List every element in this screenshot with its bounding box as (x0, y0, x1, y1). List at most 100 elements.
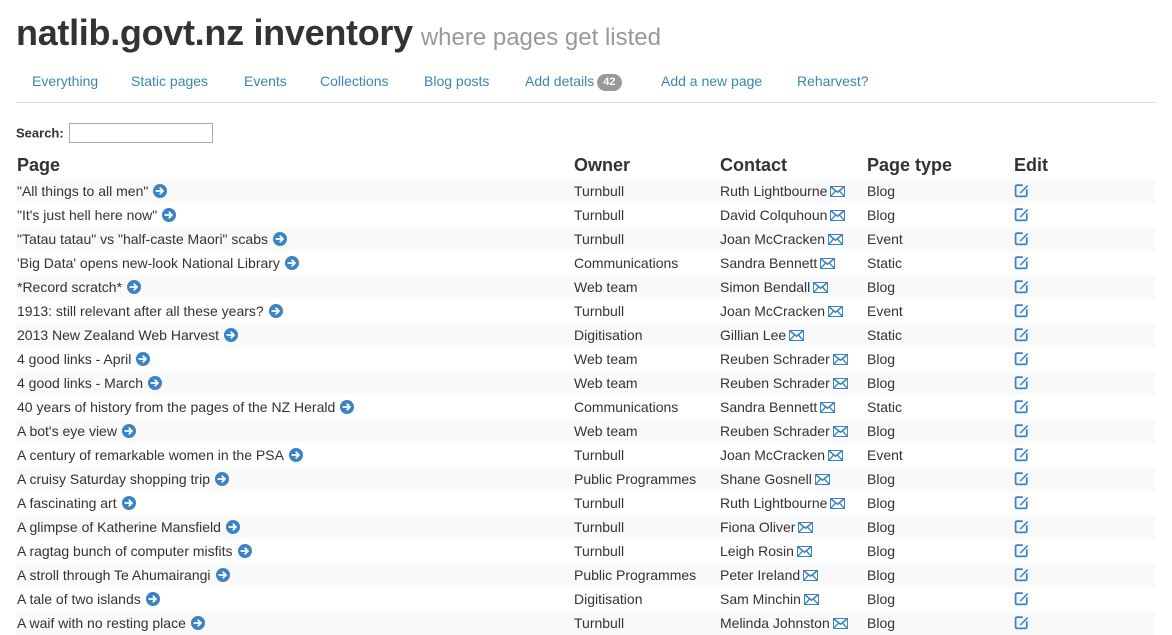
page-type-cell: Static (867, 255, 903, 271)
nav-reharvest[interactable]: Reharvest? (797, 73, 869, 89)
edit-square-icon[interactable] (1014, 183, 1029, 198)
edit-square-icon[interactable] (1014, 399, 1029, 414)
contact-name: Gillian Lee (720, 327, 787, 343)
envelope-icon[interactable] (813, 282, 829, 293)
arrow-right-circle-icon[interactable] (162, 208, 177, 222)
nav-static-pages[interactable]: Static pages (131, 73, 208, 89)
page-type-cell: Blog (867, 495, 896, 511)
page-type-cell: Static (866, 323, 1013, 347)
edit-square-icon[interactable] (1014, 543, 1029, 558)
edit-square-icon[interactable] (1014, 567, 1029, 582)
arrow-right-circle-icon[interactable] (340, 400, 355, 414)
table-row: A cruisy Saturday shopping trip Public Pr… (16, 467, 1155, 491)
owner-cell: Turnbull (573, 179, 719, 203)
contact-name: Shane Gosnell (720, 471, 812, 487)
envelope-icon[interactable] (814, 474, 830, 485)
page-cell: "Tatau tatau" vs "half-caste Maori" scab… (16, 227, 573, 251)
envelope-icon[interactable] (828, 306, 844, 317)
search-label: Search: (16, 125, 64, 141)
owner-cell: Turnbull (574, 207, 625, 223)
edit-square-icon[interactable] (1014, 207, 1029, 222)
edit-square-icon[interactable] (1014, 255, 1029, 270)
edit-cell (1013, 227, 1155, 251)
edit-square-icon[interactable] (1014, 327, 1029, 342)
envelope-icon[interactable] (798, 522, 814, 533)
contact-name: Fiona Oliver (720, 519, 796, 535)
envelope-icon[interactable] (820, 258, 836, 269)
site-title: natlib.govt.nz inventory (16, 12, 413, 53)
page-cell: A tale of two islands (16, 587, 573, 611)
page-cell: "It's just hell here now" (16, 203, 573, 227)
nav-add-new-page[interactable]: Add a new page (661, 73, 762, 89)
nav-events[interactable]: Events (244, 73, 287, 89)
envelope-icon[interactable] (796, 546, 812, 557)
owner-cell: Turnbull (574, 543, 625, 559)
envelope-icon[interactable] (832, 426, 848, 437)
envelope-icon[interactable] (803, 594, 819, 605)
arrow-right-circle-icon[interactable] (136, 352, 151, 366)
arrow-right-circle-icon[interactable] (215, 472, 229, 486)
contact-name: Sandra Bennett (720, 399, 818, 415)
edit-square-icon[interactable] (1014, 495, 1029, 510)
edit-square-icon[interactable] (1014, 471, 1029, 486)
arrow-right-circle-icon[interactable] (121, 496, 136, 510)
arrow-right-circle-icon[interactable] (121, 424, 136, 438)
search-input[interactable] (69, 123, 214, 143)
envelope-icon[interactable] (832, 618, 848, 629)
table-row: A fascinating art Turnbull Ruth Lightbourn… (16, 491, 1155, 515)
edit-square-icon[interactable] (1014, 351, 1029, 366)
contact-name: Reuben Schrader (720, 351, 830, 367)
arrow-right-circle-icon[interactable] (284, 256, 299, 270)
page-header: natlib.govt.nz inventory where pages get … (16, 12, 661, 54)
envelope-icon[interactable] (803, 570, 819, 581)
page-type-cell: Blog (867, 591, 896, 607)
edit-square-icon[interactable] (1014, 279, 1029, 294)
edit-square-icon[interactable] (1014, 375, 1029, 390)
site-subtitle: where pages get listed (420, 24, 661, 51)
arrow-right-circle-icon[interactable] (273, 232, 287, 246)
arrow-right-circle-icon[interactable] (224, 328, 239, 342)
arrow-right-circle-icon[interactable] (237, 544, 252, 558)
envelope-icon[interactable] (830, 498, 846, 509)
arrow-right-circle-icon[interactable] (145, 592, 160, 606)
arrow-right-circle-icon[interactable] (148, 376, 163, 390)
page-cell: *Record scratch* (16, 275, 573, 299)
envelope-icon[interactable] (789, 330, 805, 341)
owner-cell: Public Programmes (573, 563, 719, 587)
envelope-icon[interactable] (828, 450, 844, 461)
envelope-icon[interactable] (830, 186, 846, 197)
edit-square-icon[interactable] (1014, 447, 1029, 462)
envelope-icon[interactable] (828, 234, 844, 245)
edit-square-icon[interactable] (1014, 591, 1029, 606)
envelope-icon[interactable] (830, 210, 846, 221)
edit-cell (1013, 563, 1155, 587)
page-title: A stroll through Te Ahumairangi (17, 567, 211, 583)
arrow-right-circle-icon[interactable] (190, 616, 205, 630)
arrow-right-circle-icon[interactable] (225, 520, 240, 534)
table-row: A stroll through Te Ahumairangi Public Pr… (16, 563, 1155, 587)
nav-add-details[interactable]: Add details 42 (525, 73, 622, 91)
edit-square-icon[interactable] (1014, 303, 1029, 318)
nav-blog-posts[interactable]: Blog posts (424, 73, 489, 89)
owner-cell: Web team (574, 351, 638, 367)
owner-cell: Turnbull (574, 447, 625, 463)
arrow-right-circle-icon[interactable] (153, 184, 168, 198)
envelope-icon[interactable] (820, 402, 836, 413)
owner-cell: Turnbull (574, 495, 625, 511)
nav-everything[interactable]: Everything (32, 73, 98, 89)
contact-cell: Melinda Johnston (719, 611, 866, 635)
nav-collections[interactable]: Collections (320, 73, 388, 89)
arrow-right-circle-icon[interactable] (268, 304, 283, 318)
arrow-right-circle-icon[interactable] (288, 448, 303, 462)
envelope-icon[interactable] (832, 378, 848, 389)
edit-square-icon[interactable] (1014, 423, 1029, 438)
arrow-right-circle-icon[interactable] (127, 280, 142, 294)
edit-square-icon[interactable] (1014, 231, 1029, 246)
nav-bar: Everything Static pages Events Collectio… (16, 62, 1156, 103)
contact-cell: Sandra Bennett (719, 395, 866, 419)
envelope-icon[interactable] (832, 354, 848, 365)
edit-square-icon[interactable] (1014, 615, 1029, 630)
arrow-right-circle-icon[interactable] (215, 568, 230, 582)
edit-cell (1013, 491, 1155, 515)
edit-square-icon[interactable] (1014, 519, 1029, 534)
